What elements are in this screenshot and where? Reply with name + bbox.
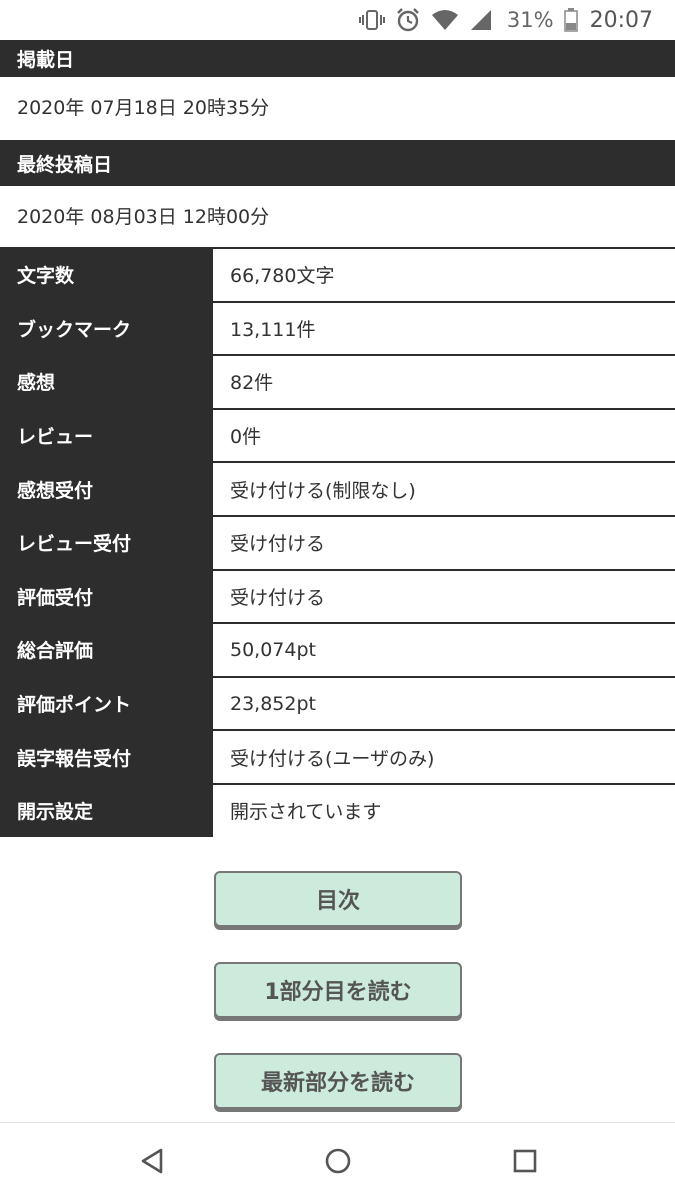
info-value: 50,074pt: [230, 638, 316, 661]
info-row-impressions: 感想 82件: [0, 354, 675, 408]
info-label: 評価ポイント: [0, 677, 213, 730]
info-row-total-rating: 総合評価 50,074pt: [0, 622, 675, 676]
info-label: レビュー: [0, 409, 213, 462]
info-value: 受け付ける(ユーザのみ): [230, 747, 435, 770]
info-label: 評価受付: [0, 570, 213, 623]
info-label: 感想受付: [0, 463, 213, 515]
info-row-typo-report: 誤字報告受付 受け付ける(ユーザのみ): [0, 729, 675, 783]
info-value: 23,852pt: [230, 692, 316, 715]
wifi-icon: [431, 9, 459, 31]
vibrate-icon: [358, 8, 385, 32]
battery-icon: [563, 8, 578, 32]
clock: 20:07: [589, 7, 653, 33]
info-value: 受け付ける: [230, 533, 326, 556]
info-value: 受け付ける(制限なし): [230, 479, 416, 502]
back-icon[interactable]: [139, 1147, 165, 1179]
info-label: レビュー受付: [0, 516, 213, 569]
toc-button[interactable]: 目次: [214, 871, 462, 927]
info-row-rating-points: 評価ポイント 23,852pt: [0, 675, 675, 730]
info-label: 開示設定: [0, 784, 213, 837]
read-latest-button[interactable]: 最新部分を読む: [214, 1053, 462, 1109]
info-label: 総合評価: [0, 624, 213, 676]
battery-percent: 31%: [506, 8, 554, 32]
signal-icon: [469, 9, 493, 31]
info-value: 66,780文字: [230, 265, 335, 288]
info-row-impression-acceptance: 感想受付 受け付ける(制限なし): [0, 461, 675, 515]
last-posted-value: 2020年 08月03日 12時00分: [17, 206, 270, 228]
info-value: 13,111件: [230, 318, 316, 341]
info-value: 0件: [230, 426, 262, 449]
info-row-review-acceptance: レビュー受付 受け付ける: [0, 514, 675, 569]
info-row-reviews: レビュー 0件: [0, 407, 675, 462]
recents-icon[interactable]: [512, 1147, 538, 1179]
info-label: 誤字報告受付: [0, 731, 213, 783]
published-value: 2020年 07月18日 20時35分: [17, 97, 270, 119]
published-label: 掲載日: [0, 40, 675, 77]
info-row-bookmarks: ブックマーク 13,111件: [0, 300, 675, 355]
info-row-disclosure: 開示設定 開示されています: [0, 782, 675, 837]
nav-bar: [0, 1122, 675, 1201]
read-first-button[interactable]: 1部分目を読む: [214, 962, 462, 1018]
home-icon[interactable]: [324, 1147, 352, 1179]
info-table: 文字数 66,780文字 ブックマーク 13,111件 感想 82件 レビュー …: [0, 247, 675, 837]
info-label: 感想: [0, 356, 213, 408]
info-value: 82件: [230, 372, 274, 395]
info-row-char-count: 文字数 66,780文字: [0, 247, 675, 301]
info-label: ブックマーク: [0, 302, 213, 355]
last-posted-label: 最終投稿日: [0, 140, 675, 186]
info-value: 受け付ける: [230, 586, 326, 609]
alarm-icon: [395, 7, 421, 33]
info-row-rating-acceptance: 評価受付 受け付ける: [0, 568, 675, 623]
status-bar: 31% 20:07: [0, 0, 675, 40]
info-value: 開示されています: [230, 801, 382, 824]
info-label: 文字数: [0, 249, 213, 301]
